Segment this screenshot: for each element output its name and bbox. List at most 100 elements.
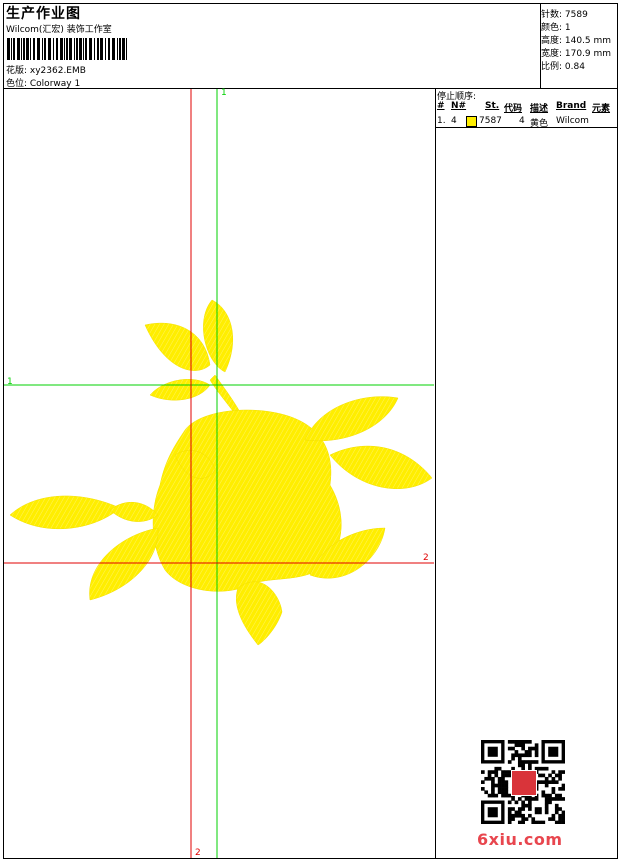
qr-module [561,817,565,821]
qr-module [561,797,565,801]
qr-module [544,776,549,781]
qr-module [534,760,539,764]
qr-module [561,820,565,824]
qr-module [538,780,542,784]
qr-module [491,783,495,788]
qr-module [514,800,519,805]
qr-module [561,770,565,774]
leaf-shape [329,445,433,489]
qr-module [487,770,492,774]
qr-module [507,820,512,824]
qr-module [544,793,549,798]
qr-module [534,807,539,811]
qr-module [501,776,505,781]
qr-module [501,770,505,774]
qr-module [534,743,539,748]
qr-module [521,740,525,744]
qr-module [534,750,539,754]
qr-module [561,810,565,815]
qr-module [554,810,559,815]
qr-module [511,740,515,744]
qr-module [507,807,512,811]
qr-module [538,810,542,815]
qr-module [514,740,519,744]
qr-module [517,797,522,801]
qr-module [501,790,505,795]
qr-logo-stamp [511,770,537,796]
qr-module [517,763,522,768]
red-horizontal-label: 2 [423,553,429,563]
qr-module [491,770,495,774]
qr-module [497,780,502,784]
qr-module [561,813,565,818]
qr-module [538,766,542,771]
qr-module [497,776,502,781]
qr-module [524,817,529,821]
qr-module [504,773,509,778]
green-horizontal-label: 1 [7,377,13,387]
qr-module [491,787,495,791]
qr-module [511,807,515,811]
qr-module [504,780,509,784]
qr-module [544,783,549,788]
qr-module [521,763,525,768]
qr-module [554,797,559,801]
qr-module [528,750,532,754]
qr-module [514,753,519,758]
qr-module [528,753,532,758]
qr-module [551,813,556,818]
qr-module [554,820,559,824]
qr-module [544,810,549,815]
qr-module [524,750,529,754]
qr-module [521,803,525,808]
qr-module [517,760,522,764]
qr-module [538,820,542,824]
leaf-shape [9,495,121,530]
qr-module [501,787,505,791]
qr-module [521,817,525,821]
qr-module [521,760,525,764]
qr-module [561,783,565,788]
qr-module [491,793,495,798]
qr-module [548,793,552,798]
qr-module [551,790,556,795]
qr-module [524,797,529,801]
qr-module [558,820,562,824]
qr-module [558,793,562,798]
qr-module [544,800,549,805]
qr-module [534,746,539,751]
qr-module [551,776,556,781]
qr-module [494,770,499,774]
qr-module [551,787,556,791]
leaf-shape [236,581,283,646]
qr-module [484,790,489,795]
qr-module [554,780,559,784]
qr-module [497,790,502,795]
qr-module [497,766,502,771]
qr-module [511,753,515,758]
qr-module [491,780,495,784]
qr-module [504,790,509,795]
qr-module [558,813,562,818]
qr-module [517,810,522,815]
leaf-shape [149,379,211,401]
qr-module [531,797,536,801]
qr-module [528,740,532,744]
qr-module [528,760,532,764]
embroidery-design [4,89,434,858]
qr-module [528,807,532,811]
qr-module [517,820,522,824]
qr-module [528,803,532,808]
qr-module [554,807,559,811]
qr-module [551,770,556,774]
qr-module [514,750,519,754]
qr-module [548,780,552,784]
qr-module [548,800,552,805]
qr-module [541,766,546,771]
qr-module [538,807,542,811]
red-vertical-label: 2 [195,848,201,858]
qr-finder [487,746,498,757]
qr-module [528,746,532,751]
qr-module [507,810,512,815]
qr-module [541,820,546,824]
